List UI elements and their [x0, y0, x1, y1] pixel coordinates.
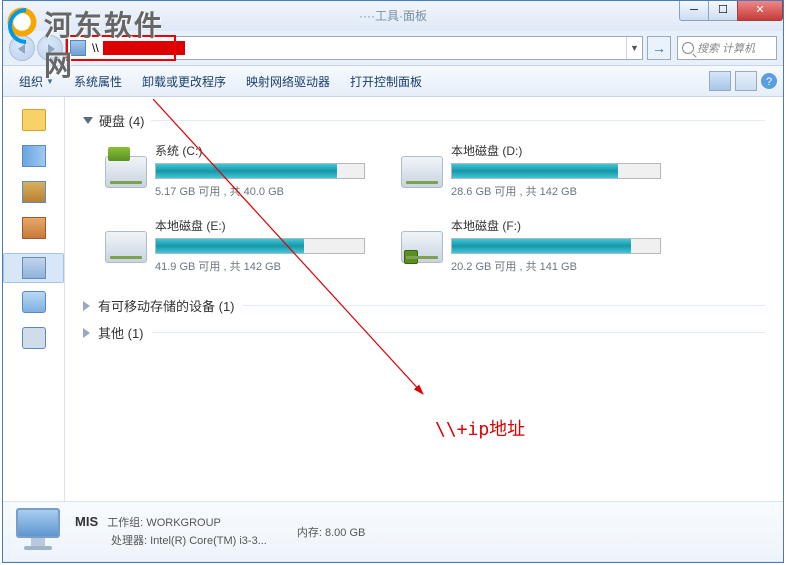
annotation-label: \\+ip地址	[435, 415, 525, 441]
sidebar-homegroup-icon[interactable]	[22, 217, 46, 239]
sidebar-libraries-icon[interactable]	[22, 145, 46, 167]
search-placeholder: 搜索 计算机	[697, 40, 755, 56]
group-header-other[interactable]: 其他 (1)	[83, 323, 765, 342]
collapse-icon[interactable]	[83, 117, 93, 124]
drive-stats: 28.6 GB 可用 , 共 142 GB	[451, 183, 687, 199]
capacity-bar	[451, 238, 661, 254]
drive-icon	[401, 156, 443, 188]
drive-item-e[interactable]: 本地磁盘 (E:) 41.9 GB 可用 , 共 142 GB	[105, 217, 391, 274]
go-refresh-button[interactable]: →	[647, 36, 671, 60]
drive-name: 本地磁盘 (D:)	[451, 142, 687, 159]
sidebar-favorites-icon[interactable]	[22, 109, 46, 131]
drive-stats: 41.9 GB 可用 , 共 142 GB	[155, 258, 391, 274]
computer-large-icon	[11, 508, 65, 556]
details-memory: 内存: 8.00 GB	[297, 524, 365, 540]
divider	[152, 332, 765, 333]
drive-stats: 5.17 GB 可用 , 共 40.0 GB	[155, 183, 391, 199]
close-button[interactable]: ✕	[737, 1, 783, 21]
drive-badge-icon	[404, 250, 418, 264]
mem-label: 内存:	[297, 527, 322, 539]
drive-icon	[105, 156, 147, 188]
workgroup-label: 工作组:	[107, 517, 143, 529]
details-pane: MIS 工作组: WORKGROUP 处理器: Intel(R) Core(TM…	[3, 501, 783, 561]
divider	[243, 305, 765, 306]
minimize-button[interactable]: ─	[679, 1, 709, 21]
watermark-text: 河东软件网	[44, 4, 180, 84]
content-pane: 硬盘 (4) 系统 (C:) 5.17 GB 可用 , 共 40.0 GB 本地…	[65, 97, 783, 501]
cpu-value: Intel(R) Core(TM) i3-3...	[150, 535, 267, 547]
drive-icon	[401, 231, 443, 263]
drive-stats: 20.2 GB 可用 , 共 141 GB	[451, 258, 687, 274]
maximize-button[interactable]: ☐	[708, 1, 738, 21]
details-text: MIS 工作组: WORKGROUP 处理器: Intel(R) Core(TM…	[75, 512, 267, 550]
expand-icon[interactable]	[83, 328, 90, 338]
drive-item-d[interactable]: 本地磁盘 (D:) 28.6 GB 可用 , 共 142 GB	[401, 142, 687, 199]
address-dropdown-icon[interactable]: ▼	[626, 37, 642, 59]
watermark-logo-icon	[2, 2, 42, 42]
capacity-bar	[451, 163, 661, 179]
sidebar-drive-icon[interactable]	[22, 327, 46, 349]
preview-pane-button[interactable]	[735, 71, 757, 91]
computer-name: MIS	[75, 514, 98, 529]
sidebar-network-icon[interactable]	[22, 291, 46, 313]
divider	[151, 120, 765, 121]
workgroup-value: WORKGROUP	[146, 517, 221, 529]
open-control-panel-button[interactable]: 打开控制面板	[340, 69, 432, 94]
capacity-bar	[155, 238, 365, 254]
watermark: 河东软件网	[0, 0, 180, 44]
capacity-bar	[155, 163, 365, 179]
search-icon	[682, 42, 694, 54]
group-label: 有可移动存储的设备 (1)	[98, 296, 235, 315]
nav-sidebar	[3, 97, 65, 501]
group-label: 硬盘 (4)	[99, 111, 145, 130]
window-title: ····工具·面板	[359, 7, 427, 24]
drive-name: 系统 (C:)	[155, 142, 391, 159]
expand-icon[interactable]	[83, 301, 90, 311]
drive-item-f[interactable]: 本地磁盘 (F:) 20.2 GB 可用 , 共 141 GB	[401, 217, 687, 274]
sidebar-item-computer[interactable]	[3, 253, 64, 283]
drive-item-c[interactable]: 系统 (C:) 5.17 GB 可用 , 共 40.0 GB	[105, 142, 391, 199]
view-options-button[interactable]	[709, 71, 731, 91]
sidebar-video-icon[interactable]	[22, 181, 46, 203]
mem-value: 8.00 GB	[325, 527, 365, 539]
drive-icon	[105, 231, 147, 263]
map-network-drive-button[interactable]: 映射网络驱动器	[236, 69, 340, 94]
group-header-removable[interactable]: 有可移动存储的设备 (1)	[83, 296, 765, 315]
group-header-hdd[interactable]: 硬盘 (4)	[83, 111, 765, 130]
explorer-window: ····工具·面板 ─ ☐ ✕ \\ _______ ▼ → 搜索 计算机 组织…	[2, 0, 784, 563]
drive-name: 本地磁盘 (F:)	[451, 217, 687, 234]
group-label: 其他 (1)	[98, 323, 144, 342]
cpu-label: 处理器:	[111, 535, 147, 547]
drive-name: 本地磁盘 (E:)	[155, 217, 391, 234]
search-input[interactable]: 搜索 计算机	[677, 36, 777, 60]
help-button[interactable]: ?	[761, 73, 777, 89]
